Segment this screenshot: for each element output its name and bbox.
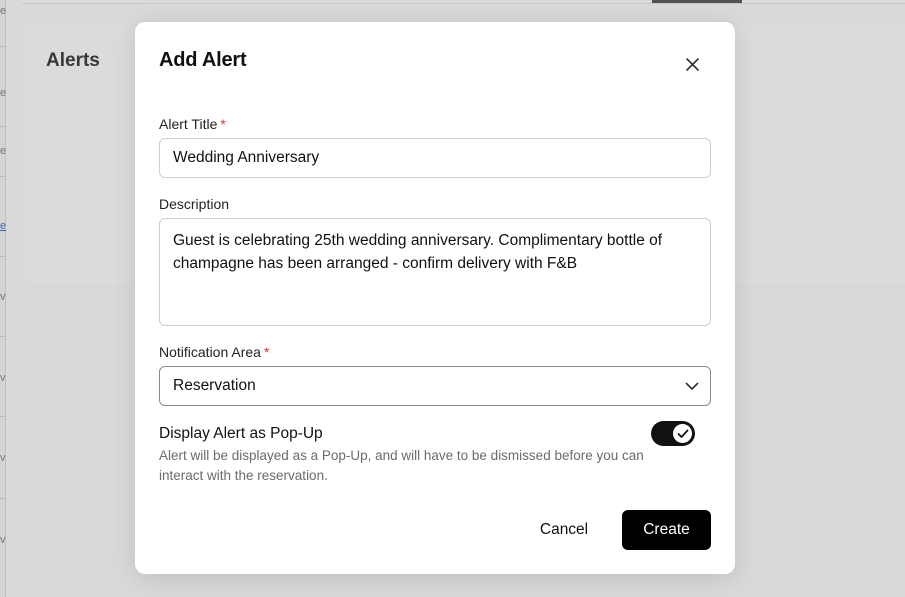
check-icon bbox=[677, 429, 688, 438]
notification-area-select[interactable]: Reservation bbox=[159, 366, 711, 406]
close-icon bbox=[685, 57, 699, 71]
alert-title-value: Wedding Anniversary bbox=[173, 149, 320, 166]
description-textarea[interactable]: Guest is celebrating 25th wedding annive… bbox=[159, 218, 711, 326]
alert-title-label-text: Alert Title bbox=[159, 116, 218, 132]
required-marker: * bbox=[220, 116, 226, 132]
description-label: Description bbox=[159, 196, 230, 212]
chevron-down-icon bbox=[685, 382, 699, 390]
toggle-knob bbox=[673, 424, 692, 443]
alert-title-label: Alert Title * bbox=[159, 116, 226, 132]
popup-toggle-label: Display Alert as Pop-Up bbox=[159, 425, 323, 442]
description-value: Guest is celebrating 25th wedding annive… bbox=[173, 232, 663, 272]
notification-area-value: Reservation bbox=[173, 377, 256, 394]
alert-title-input[interactable]: Wedding Anniversary bbox=[159, 138, 711, 178]
popup-toggle[interactable] bbox=[651, 421, 695, 446]
dialog-title: Add Alert bbox=[159, 49, 247, 71]
cancel-button[interactable]: Cancel bbox=[527, 510, 601, 550]
notification-area-label: Notification Area * bbox=[159, 344, 269, 360]
notification-area-label-text: Notification Area bbox=[159, 344, 261, 360]
popup-toggle-help-text: Alert will be displayed as a Pop-Up, and… bbox=[159, 448, 644, 483]
create-button[interactable]: Create bbox=[622, 510, 711, 550]
close-button[interactable] bbox=[682, 54, 702, 74]
add-alert-dialog: Add Alert Alert Title * Wedding Anniversa… bbox=[135, 22, 735, 574]
required-marker: * bbox=[263, 344, 270, 360]
